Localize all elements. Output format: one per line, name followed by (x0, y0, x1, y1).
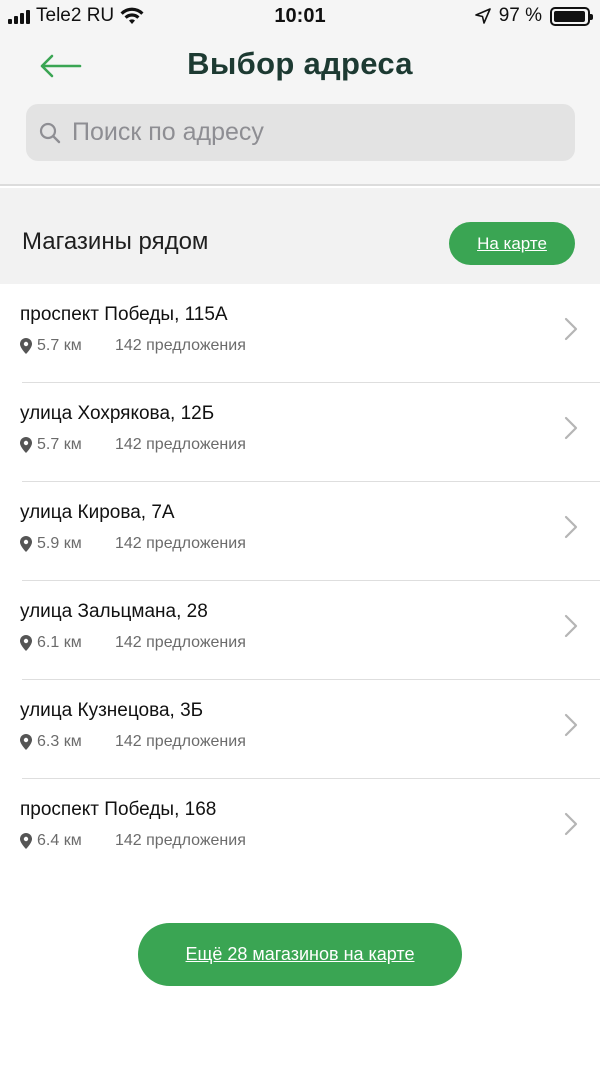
map-pin-icon (20, 437, 32, 453)
page-title: Выбор адреса (187, 46, 413, 81)
store-offers: 142 предложения (115, 436, 246, 453)
store-address: улица Кузнецова, 3Б (20, 700, 204, 721)
search-icon (39, 122, 61, 143)
store-address: улица Кирова, 7А (20, 502, 175, 523)
store-distance: 5.9 км (37, 535, 82, 552)
store-address: улица Зальцмана, 28 (20, 601, 208, 622)
chevron-right-icon (564, 416, 578, 440)
on-map-button[interactable]: На карте (449, 222, 575, 265)
chevron-right-icon (564, 317, 578, 341)
store-address: проспект Победы, 168 (20, 799, 217, 820)
store-meta: 6.4 км 142 предложения (20, 832, 246, 850)
map-pin-icon (20, 536, 32, 552)
map-pin-icon (20, 338, 32, 354)
store-offers: 142 предложения (115, 535, 246, 552)
store-row[interactable]: улица Кузнецова, 3Б 6.3 км 142 предложения (0, 680, 600, 779)
store-row[interactable]: проспект Победы, 168 6.4 км 142 предложени… (0, 779, 600, 878)
map-pin-icon (20, 734, 32, 750)
status-bar: Tele2 RU 10:01 97 % (0, 0, 600, 34)
store-row[interactable]: улица Зальцмана, 28 6.1 км 142 предложения (0, 581, 600, 680)
store-meta: 5.9 км 142 предложения (20, 535, 246, 553)
store-meta: 6.1 км 142 предложения (20, 634, 246, 652)
more-stores-button[interactable]: Ещё 28 магазинов на карте (138, 923, 462, 986)
store-distance: 6.3 км (37, 733, 82, 750)
search-bar[interactable] (26, 104, 575, 161)
store-list: проспект Победы, 115А 5.7 км 142 предложен… (0, 284, 600, 878)
battery-icon (550, 6, 593, 26)
store-address: проспект Победы, 115А (20, 304, 228, 325)
store-row[interactable]: проспект Победы, 115А 5.7 км 142 предложен… (0, 284, 600, 383)
section-title: Магазины рядом (22, 228, 209, 255)
store-offers: 142 предложения (115, 733, 246, 750)
search-input[interactable] (72, 118, 552, 147)
store-distance: 5.7 км (37, 436, 82, 453)
store-offers: 142 предложения (115, 337, 246, 354)
store-meta: 6.3 км 142 предложения (20, 733, 246, 751)
store-distance: 6.4 км (37, 832, 82, 849)
store-row[interactable]: улица Кирова, 7А 5.9 км 142 предложения (0, 482, 600, 581)
chevron-right-icon (564, 713, 578, 737)
store-address: улица Хохрякова, 12Б (20, 403, 215, 424)
map-pin-icon (20, 833, 32, 849)
status-right: 97 % (474, 5, 593, 27)
chevron-right-icon (564, 614, 578, 638)
chevron-right-icon (564, 515, 578, 539)
chevron-right-icon (564, 812, 578, 836)
battery-percent: 97 % (498, 5, 542, 26)
store-row[interactable]: улица Хохрякова, 12Б 5.7 км 142 предложени… (0, 383, 600, 482)
store-meta: 5.7 км 142 предложения (20, 337, 246, 355)
store-distance: 5.7 км (37, 337, 82, 354)
map-pin-icon (20, 635, 32, 651)
store-offers: 142 предложения (115, 634, 246, 651)
store-distance: 6.1 км (37, 634, 82, 651)
store-meta: 5.7 км 142 предложения (20, 436, 246, 454)
store-offers: 142 предложения (115, 832, 246, 849)
nav-bar: Выбор адреса (0, 34, 600, 100)
location-arrow-icon (474, 8, 491, 24)
